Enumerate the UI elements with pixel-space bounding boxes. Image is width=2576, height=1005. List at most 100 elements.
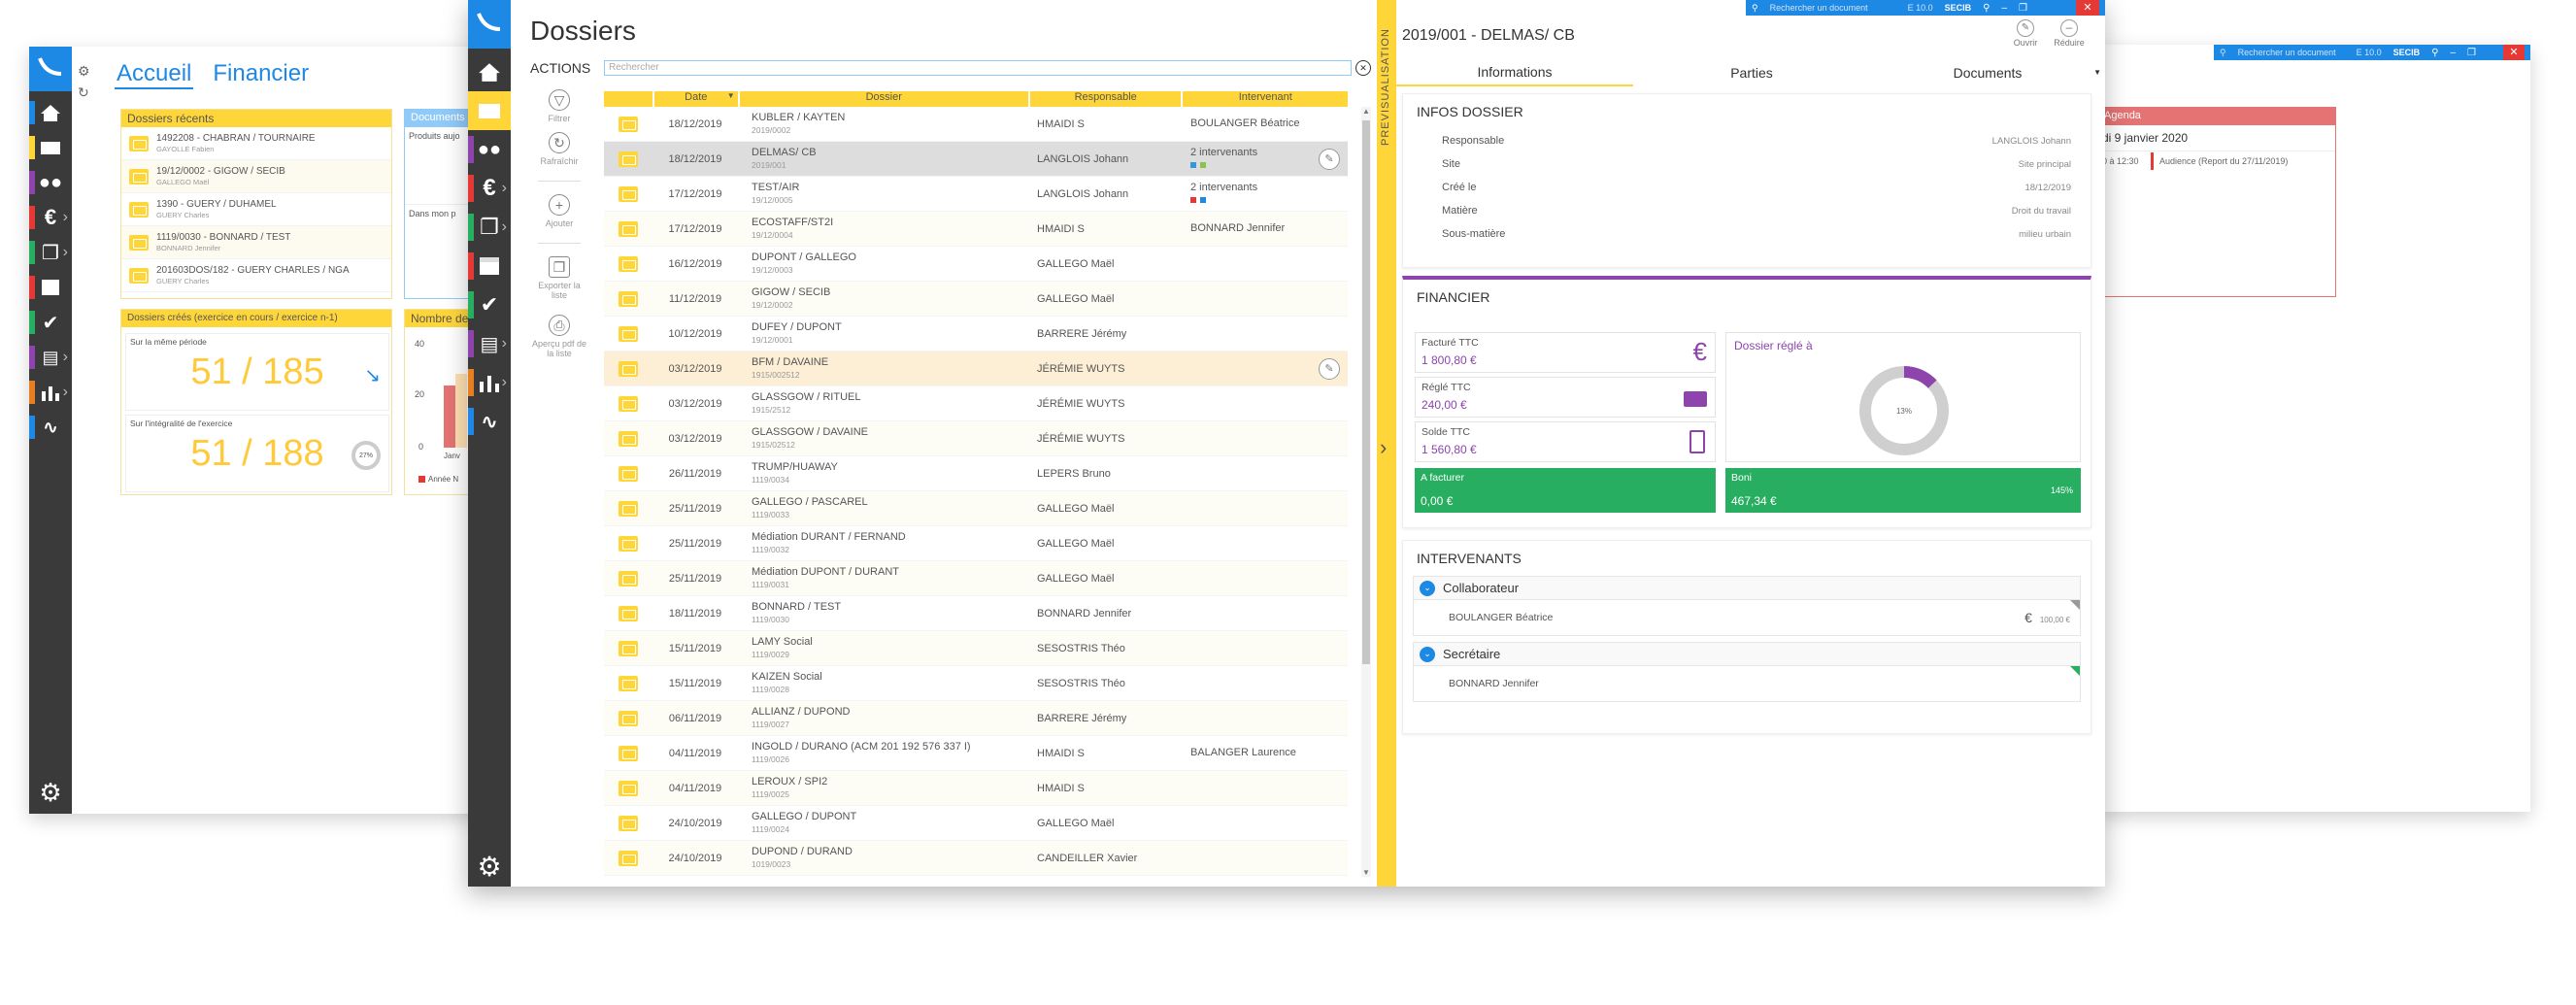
clear-search-icon[interactable]: ✕: [1355, 60, 1371, 76]
check-icon[interactable]: ✔: [29, 305, 72, 340]
export-action[interactable]: ❐ Exporter la liste: [530, 256, 588, 300]
logo-icon[interactable]: [29, 47, 72, 91]
print-action[interactable]: ⎙ Aperçu pdf de la liste: [530, 315, 588, 358]
agenda-event[interactable]: 0 à 12:30 Audience (Report du 27/11/2019…: [2098, 151, 2335, 171]
list-item[interactable]: 201603DOS/182 - GUERY CHARLES / NGA GUERY…: [121, 259, 391, 292]
settings-small-icon[interactable]: ⚙: [78, 60, 97, 82]
col-responsable[interactable]: Responsable: [1029, 91, 1182, 107]
table-row[interactable]: 18/11/2019 BONNARD / TEST 1119/0030 BONNARD…: [604, 596, 1348, 631]
check-icon[interactable]: ✔: [468, 285, 511, 324]
tab-parties[interactable]: Parties: [1633, 60, 1870, 85]
list-item[interactable]: 1390 - GUERY / DUHAMEL GUERY Charles: [121, 193, 391, 226]
refresh-small-icon[interactable]: ↻: [78, 82, 97, 103]
table-row[interactable]: 03/12/2019 GLASSGOW / DAVAINE 1915/02512 JÉ…: [604, 421, 1348, 456]
zoom-icon[interactable]: ⚲: [1983, 3, 1990, 14]
edit-icon[interactable]: ✎: [1319, 148, 1340, 170]
restore-icon[interactable]: ❐: [2467, 48, 2476, 58]
col-intervenant[interactable]: Intervenant: [1183, 91, 1349, 107]
contacts-icon[interactable]: ●●: [468, 130, 511, 169]
zoom-icon[interactable]: ⚲: [2431, 48, 2438, 58]
contacts-icon[interactable]: ●●: [29, 165, 72, 200]
settings-icon[interactable]: ⚙: [29, 775, 72, 810]
group-header[interactable]: ⌄ Secrétaire: [1414, 643, 2080, 666]
chevron-down-icon[interactable]: ⌄: [1420, 580, 1435, 596]
table-row[interactable]: 18/12/2019 DELMAS/ CB 2019/001 LANGLOIS Joh…: [604, 142, 1348, 177]
table-row[interactable]: 24/10/2019 GALLEGO / DUPONT 1119/0024 GALLE…: [604, 806, 1348, 841]
table-row[interactable]: 15/11/2019 LAMY Social 1119/0029 SESOSTRIS …: [604, 631, 1348, 666]
list-item[interactable]: 1119/0030 - BONNARD / TEST BONNARD Jennif…: [121, 226, 391, 259]
close-icon[interactable]: ✕: [2503, 45, 2525, 60]
close-icon[interactable]: ✕: [2076, 0, 2099, 16]
table-row[interactable]: 03/12/2019 BFM / DAVAINE 1915/002512 JÉRÉMI…: [604, 352, 1348, 386]
scroll-down-icon[interactable]: ▼: [1361, 868, 1371, 877]
table-row[interactable]: 25/11/2019 GALLEGO / PASCAREL 1119/0033 GAL…: [604, 491, 1348, 526]
reduce-button[interactable]: – Réduire: [2053, 19, 2086, 48]
col-dossier[interactable]: Dossier: [739, 91, 1028, 107]
search-input[interactable]: Rechercher: [604, 60, 1352, 76]
folder-icon[interactable]: [468, 91, 511, 130]
col-select[interactable]: [604, 91, 652, 107]
search-icon[interactable]: ⚲: [2220, 48, 2226, 58]
documents-icon[interactable]: ❐ ›: [468, 208, 511, 247]
preview-strip[interactable]: PREVISUALISATION ›: [1377, 0, 1396, 887]
table-row[interactable]: 04/11/2019 LEROUX / SPI2 1119/0025 HMAIDI S: [604, 771, 1348, 806]
table-row[interactable]: 26/11/2019 TRUMP/HUAWAY 1119/0034 LEPERS Br…: [604, 456, 1348, 491]
logo-icon[interactable]: [468, 0, 511, 49]
table-row[interactable]: 25/11/2019 Médiation DUPONT / DURANT 1119/…: [604, 561, 1348, 596]
minimize-icon[interactable]: –: [2450, 48, 2456, 58]
table-row[interactable]: 11/12/2019 GIGOW / SECIB 19/12/0002 GALLEGO…: [604, 282, 1348, 317]
tab-informations[interactable]: Informations: [1396, 59, 1633, 86]
minimize-icon[interactable]: –: [2001, 3, 2007, 14]
chevron-down-icon[interactable]: ⌄: [1420, 646, 1435, 662]
calendar-icon[interactable]: [468, 247, 511, 285]
table-row[interactable]: 18/12/2019 KUBLER / KAYTEN 2019/0002 HMAIDI…: [604, 107, 1348, 142]
scroll-thumb[interactable]: [1362, 120, 1370, 664]
euro-icon[interactable]: € ›: [468, 169, 511, 208]
table-row[interactable]: 15/11/2019 KAIZEN Social 1119/0028 SESOSTRI…: [604, 666, 1348, 701]
table-row[interactable]: 06/11/2019 ALLIANZ / DUPOND 1119/0027 BARRE…: [604, 701, 1348, 736]
euro-icon[interactable]: € ›: [29, 200, 72, 235]
list-item[interactable]: 1492208 - CHABRAN / TOURNAIRE GAYOLLE Fab…: [121, 127, 391, 160]
table-row[interactable]: 17/12/2019 TEST/AIR 19/12/0005 LANGLOIS Joh…: [604, 177, 1348, 212]
folder-icon[interactable]: [29, 130, 72, 165]
group-person-row[interactable]: BONNARD Jennifer: [1414, 666, 2080, 701]
stats-icon[interactable]: ›: [468, 363, 511, 402]
table-row[interactable]: 17/12/2019 ECOSTAFF/ST2I 19/12/0004 HMAIDI …: [604, 212, 1348, 247]
refresh-action[interactable]: ↻ Rafraîchir: [530, 132, 588, 166]
table-row[interactable]: 03/12/2019 GLASSGOW / RITUEL 1915/2512 JÉRÉ…: [604, 386, 1348, 421]
col-date[interactable]: Date ▼: [653, 91, 738, 107]
table-row[interactable]: 10/12/2019 DUFEY / DUPONT 19/12/0001 BARRER…: [604, 317, 1348, 352]
documents-icon[interactable]: ❐ ›: [29, 235, 72, 270]
tab-financier[interactable]: Financier: [213, 60, 309, 89]
timer-icon[interactable]: ▤ ›: [29, 340, 72, 375]
timer-icon[interactable]: ▤ ›: [468, 324, 511, 363]
dropdown-icon[interactable]: ▼: [2093, 60, 2101, 85]
group-person-row[interactable]: BOULANGER Béatrice €100,00 €: [1414, 600, 2080, 635]
table-row[interactable]: 04/11/2019 INGOLD / DURANO (ACM 201 192 5…: [604, 736, 1348, 771]
calendar-icon[interactable]: [29, 270, 72, 305]
home-icon[interactable]: [468, 52, 511, 91]
tab-documents[interactable]: Documents ▼: [1870, 60, 2105, 85]
table-row[interactable]: 24/10/2019 DUPOND / DURAND 1019/0023 CANDEI…: [604, 841, 1348, 876]
filter-action[interactable]: ▽ Filtrer: [530, 89, 588, 123]
tab-accueil[interactable]: Accueil: [115, 60, 194, 89]
add-action[interactable]: + Ajouter: [530, 194, 588, 228]
mw-icon[interactable]: ∿: [29, 410, 72, 445]
stats-icon[interactable]: ›: [29, 375, 72, 410]
right-search[interactable]: Rechercher un document: [2238, 48, 2345, 57]
home-icon[interactable]: [29, 95, 72, 130]
search-icon[interactable]: ⚲: [1752, 3, 1758, 14]
table-row[interactable]: 16/12/2019 DUPONT / GALLEGO 19/12/0003 GALL…: [604, 247, 1348, 282]
table-scrollbar[interactable]: ▲ ▼: [1361, 107, 1371, 877]
open-button[interactable]: ✎ Ouvrir: [2010, 19, 2041, 48]
edit-icon[interactable]: ✎: [1319, 357, 1340, 380]
table-row[interactable]: 25/11/2019 Médiation DURANT / FERNAND 1119…: [604, 526, 1348, 561]
chevron-right-icon[interactable]: ›: [1380, 435, 1387, 460]
mw-icon[interactable]: ∿: [468, 402, 511, 441]
scroll-up-icon[interactable]: ▲: [1361, 107, 1371, 116]
group-header[interactable]: ⌄ Collaborateur: [1414, 577, 2080, 600]
list-item[interactable]: 19/12/0002 - GIGOW / SECIB GALLEGO Maël: [121, 160, 391, 193]
restore-icon[interactable]: ❐: [2019, 3, 2027, 14]
settings-icon[interactable]: ⚙: [468, 847, 511, 886]
preview-search[interactable]: Rechercher un document: [1770, 3, 1896, 13]
